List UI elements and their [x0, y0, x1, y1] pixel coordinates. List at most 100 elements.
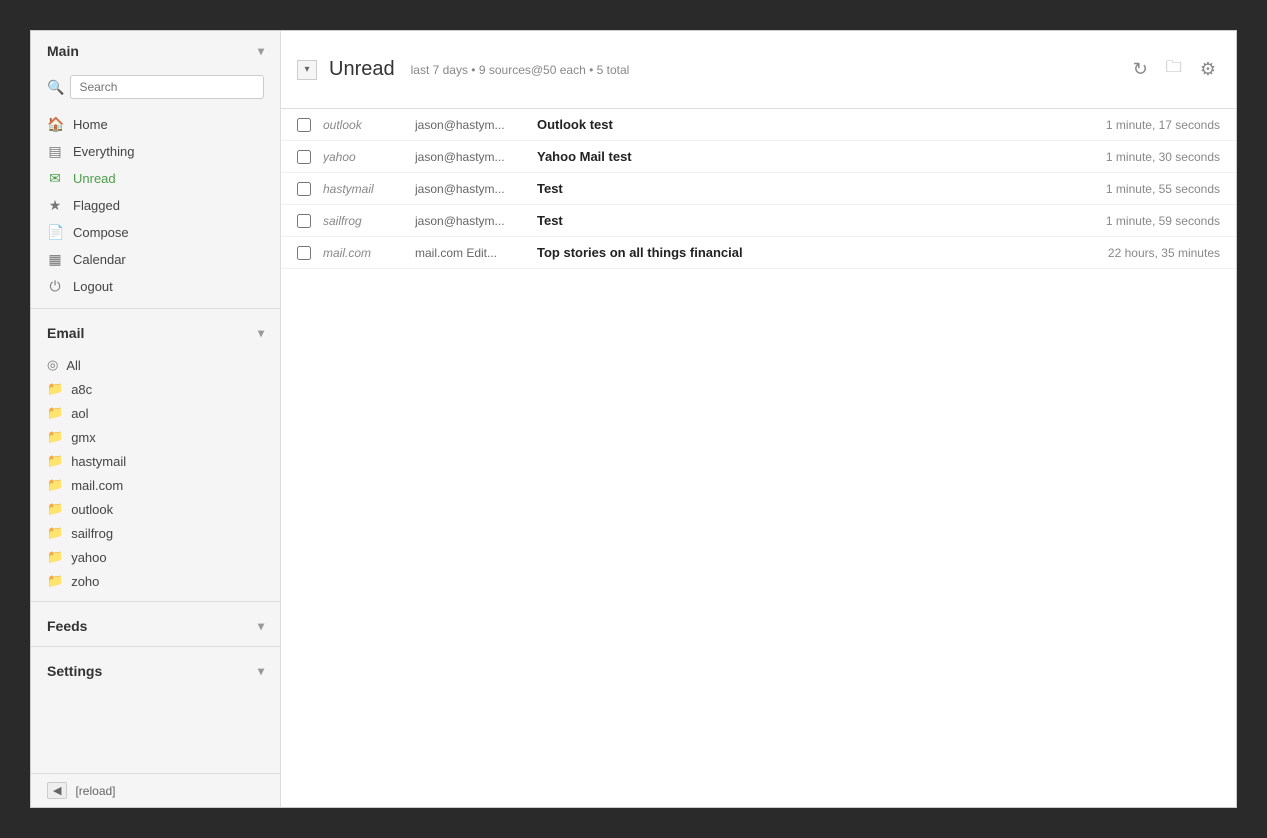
flagged-icon: ★: [47, 197, 63, 214]
email-chevron-icon: ▾: [258, 326, 264, 340]
feeds-chevron-icon: ▾: [258, 619, 264, 633]
folder-aol-icon: 📁: [47, 405, 63, 421]
table-row[interactable]: outlook jason@hastym... Outlook test 1 m…: [281, 109, 1236, 141]
email-time: 1 minute, 55 seconds: [1080, 182, 1220, 196]
sidebar-item-unread[interactable]: ✉ Unread: [31, 165, 280, 192]
folder-a8c-icon: 📁: [47, 381, 63, 397]
folder-button[interactable]: 🗀: [1162, 52, 1186, 87]
email-source: mail.com: [323, 246, 403, 260]
header-title: Unread: [329, 58, 395, 81]
header-actions: ↻ 🗀 ⚙: [1129, 52, 1220, 87]
search-icon: 🔍: [47, 79, 64, 96]
main-nav: 🏠 Home ▤ Everything ✉ Unread ★ Flagged 📄…: [31, 107, 280, 304]
table-row[interactable]: hastymail jason@hastym... Test 1 minute,…: [281, 173, 1236, 205]
unread-icon: ✉: [47, 170, 63, 187]
email-list: outlook jason@hastym... Outlook test 1 m…: [281, 109, 1236, 807]
feeds-section-header[interactable]: Feeds ▾: [31, 606, 280, 642]
email-section-label: Email: [47, 325, 84, 341]
search-container: 🔍: [31, 67, 280, 107]
email-from: mail.com Edit...: [415, 246, 525, 260]
folder-sailfrog-icon: 📁: [47, 525, 63, 541]
folder-gmx-icon: 📁: [47, 429, 63, 445]
email-account-list: ◎ All 📁 a8c 📁 aol 📁 gmx 📁 hastymail 📁: [31, 349, 280, 597]
email-checkbox-1[interactable]: [297, 150, 311, 164]
sidebar-bottom: ◀ [reload]: [31, 773, 280, 807]
email-source: yahoo: [323, 150, 403, 164]
sidebar-item-calendar[interactable]: ▦ Calendar: [31, 246, 280, 273]
email-item-sailfrog[interactable]: 📁 sailfrog: [31, 521, 280, 545]
email-subject: Test: [537, 181, 1068, 196]
all-icon: ◎: [47, 357, 58, 373]
sidebar-item-home[interactable]: 🏠 Home: [31, 111, 280, 138]
email-subject: Outlook test: [537, 117, 1068, 132]
header-dropdown-icon: ▾: [304, 64, 309, 75]
email-from: jason@hastym...: [415, 118, 525, 132]
main-section-header[interactable]: Main ▾: [31, 31, 280, 67]
refresh-button[interactable]: ↻: [1129, 52, 1152, 87]
sidebar-item-logout[interactable]: ⏻ Logout: [31, 273, 280, 300]
email-subject: Test: [537, 213, 1068, 228]
folder-outlook-icon: 📁: [47, 501, 63, 517]
folder-yahoo-icon: 📁: [47, 549, 63, 565]
email-time: 1 minute, 30 seconds: [1080, 150, 1220, 164]
collapse-sidebar-button[interactable]: ◀: [47, 782, 67, 799]
email-checkbox-0[interactable]: [297, 118, 311, 132]
search-input[interactable]: [70, 75, 264, 99]
reload-link[interactable]: [reload]: [75, 784, 115, 798]
sidebar-item-compose[interactable]: 📄 Compose: [31, 219, 280, 246]
email-item-all[interactable]: ◎ All: [31, 353, 280, 377]
email-source: outlook: [323, 118, 403, 132]
email-time: 1 minute, 17 seconds: [1080, 118, 1220, 132]
divider-3: [31, 646, 280, 647]
settings-chevron-icon: ▾: [258, 664, 264, 678]
email-item-aol[interactable]: 📁 aol: [31, 401, 280, 425]
feeds-section-label: Feeds: [47, 618, 87, 634]
email-item-gmx[interactable]: 📁 gmx: [31, 425, 280, 449]
sidebar: Main ▾ 🔍 🏠 Home ▤ Everything ✉ Unread ★: [31, 31, 281, 807]
main-section-label: Main: [47, 43, 79, 59]
folder-zoho-icon: 📁: [47, 573, 63, 589]
email-section-header[interactable]: Email ▾: [31, 313, 280, 349]
sidebar-item-flagged[interactable]: ★ Flagged: [31, 192, 280, 219]
sidebar-item-everything[interactable]: ▤ Everything: [31, 138, 280, 165]
email-time: 1 minute, 59 seconds: [1080, 214, 1220, 228]
calendar-icon: ▦: [47, 251, 63, 268]
folder-hastymail-icon: 📁: [47, 453, 63, 469]
email-from: jason@hastym...: [415, 182, 525, 196]
settings-section-header[interactable]: Settings ▾: [31, 651, 280, 687]
email-item-hastymail[interactable]: 📁 hastymail: [31, 449, 280, 473]
table-row[interactable]: mail.com mail.com Edit... Top stories on…: [281, 237, 1236, 269]
email-checkbox-3[interactable]: [297, 214, 311, 228]
home-icon: 🏠: [47, 116, 63, 133]
email-from: jason@hastym...: [415, 214, 525, 228]
settings-button[interactable]: ⚙: [1196, 52, 1220, 87]
email-checkbox-4[interactable]: [297, 246, 311, 260]
email-item-zoho[interactable]: 📁 zoho: [31, 569, 280, 593]
divider-1: [31, 308, 280, 309]
main-chevron-icon: ▾: [258, 44, 264, 58]
email-item-a8c[interactable]: 📁 a8c: [31, 377, 280, 401]
email-item-mailcom[interactable]: 📁 mail.com: [31, 473, 280, 497]
email-source: hastymail: [323, 182, 403, 196]
compose-icon: 📄: [47, 224, 63, 241]
email-item-outlook[interactable]: 📁 outlook: [31, 497, 280, 521]
main-content: ▾ Unread last 7 days • 9 sources@50 each…: [281, 31, 1236, 807]
table-row[interactable]: yahoo jason@hastym... Yahoo Mail test 1 …: [281, 141, 1236, 173]
email-subject: Top stories on all things financial: [537, 245, 1068, 260]
email-checkbox-2[interactable]: [297, 182, 311, 196]
app-container: Main ▾ 🔍 🏠 Home ▤ Everything ✉ Unread ★: [30, 30, 1237, 808]
header-meta: last 7 days • 9 sources@50 each • 5 tota…: [411, 63, 1129, 77]
email-subject: Yahoo Mail test: [537, 149, 1068, 164]
email-item-yahoo[interactable]: 📁 yahoo: [31, 545, 280, 569]
email-time: 22 hours, 35 minutes: [1080, 246, 1220, 260]
main-header: ▾ Unread last 7 days • 9 sources@50 each…: [281, 31, 1236, 109]
settings-section-label: Settings: [47, 663, 102, 679]
email-from: jason@hastym...: [415, 150, 525, 164]
logout-icon: ⏻: [47, 278, 63, 295]
everything-icon: ▤: [47, 143, 63, 160]
header-dropdown-button[interactable]: ▾: [297, 60, 317, 80]
folder-mailcom-icon: 📁: [47, 477, 63, 493]
table-row[interactable]: sailfrog jason@hastym... Test 1 minute, …: [281, 205, 1236, 237]
email-source: sailfrog: [323, 214, 403, 228]
divider-2: [31, 601, 280, 602]
